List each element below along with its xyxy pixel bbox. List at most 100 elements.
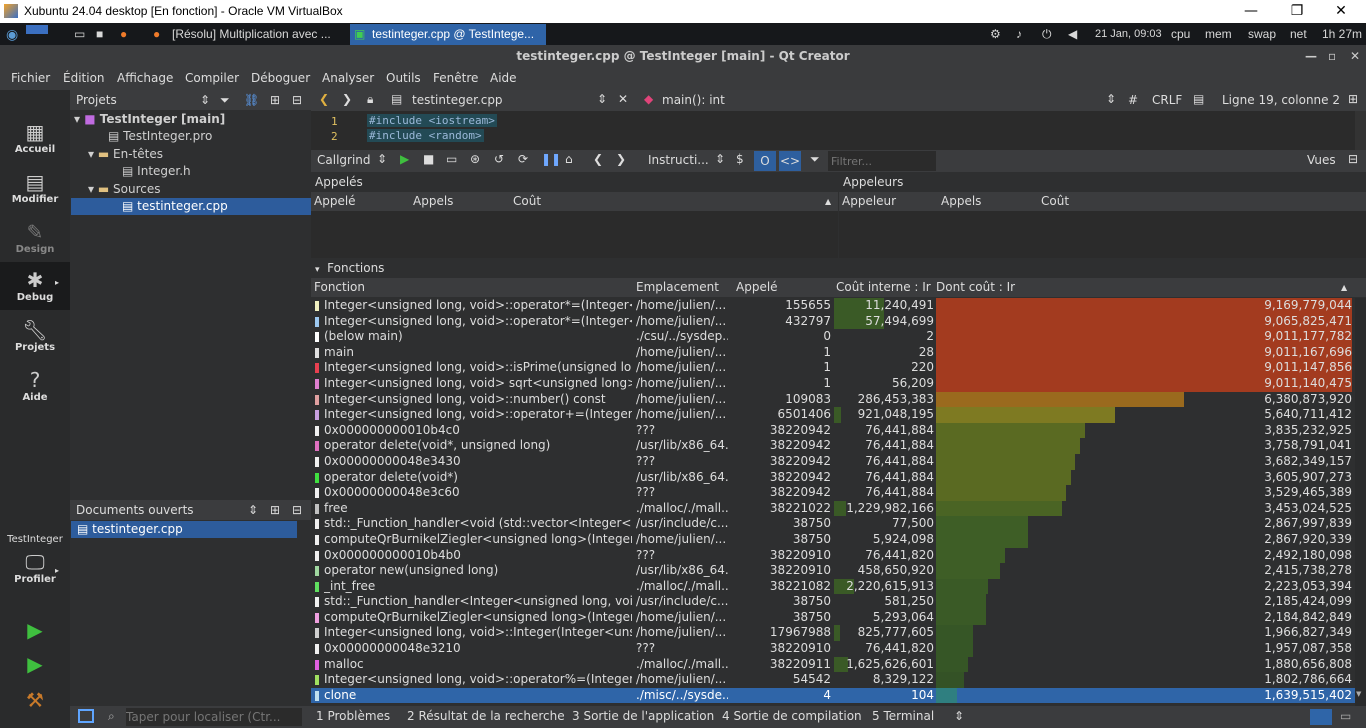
tree-integer-h[interactable]: ▤ Integer.h bbox=[122, 163, 191, 180]
mode-modifier[interactable]: ▤ Modifier bbox=[0, 170, 70, 205]
menu-analyser[interactable]: Analyser bbox=[322, 71, 374, 85]
filter-icon[interactable]: ⏷ bbox=[810, 152, 820, 167]
volume-icon[interactable]: ◀ bbox=[1068, 23, 1084, 45]
col-fonction[interactable]: Fonction bbox=[314, 278, 365, 297]
table-row[interactable]: (below main) ./csu/../sysdep... 0 2 9,011,17… bbox=[311, 329, 1355, 345]
table-row[interactable]: 0x00000000048e3430??? 38220942 76,441,884 3… bbox=[311, 453, 1355, 470]
terminal-icon[interactable]: ▭ bbox=[74, 23, 88, 45]
sort-icon[interactable]: ▲ bbox=[1341, 278, 1347, 297]
back-icon[interactable]: ❮ bbox=[319, 92, 329, 106]
cursor-position[interactable]: Ligne 19, colonne 2 bbox=[1222, 93, 1340, 107]
close-button[interactable]: ✕ bbox=[1318, 1, 1364, 22]
col-cout-interne[interactable]: Coût interne : Ir bbox=[836, 278, 931, 297]
forward-icon[interactable]: ❯ bbox=[342, 92, 352, 106]
output-toggle-icon[interactable] bbox=[1310, 709, 1332, 725]
table-row[interactable]: std::_Function_handler<void (std::vector… bbox=[311, 516, 1355, 532]
maximize-button[interactable]: ❐ bbox=[1274, 1, 1320, 22]
table-row[interactable]: 0x00000000048e3c60??? 38220942 76,441,884 3… bbox=[311, 485, 1355, 501]
table-row[interactable]: 0x000000000010b4c0??? 38220942 76,441,884 3… bbox=[311, 422, 1355, 439]
run-button[interactable]: ▶ bbox=[0, 618, 70, 642]
open-documents-title[interactable]: Documents ouverts bbox=[76, 503, 194, 517]
col-appele[interactable]: Appelé bbox=[736, 278, 778, 297]
mode-accueil[interactable]: ▦ Accueil bbox=[0, 120, 70, 155]
menu-fenetre[interactable]: Fenêtre bbox=[433, 71, 478, 85]
eol-selector[interactable]: CRLF bbox=[1152, 93, 1182, 107]
hash-button[interactable]: # bbox=[1128, 93, 1138, 107]
filter-icon[interactable]: ⏷ bbox=[220, 90, 230, 110]
pause-icon[interactable]: ❚❚ bbox=[541, 152, 561, 166]
close-pane-icon[interactable]: ⊟ bbox=[292, 500, 302, 520]
chevron-updown-icon[interactable]: ⇕ bbox=[200, 90, 210, 110]
chevron-updown-icon[interactable]: ⇕ bbox=[597, 92, 607, 106]
sidebar-toggle-icon[interactable] bbox=[78, 709, 94, 723]
close-document-icon[interactable]: ✕ bbox=[618, 92, 628, 106]
menu-deboguer[interactable]: Déboguer bbox=[251, 71, 310, 85]
notification-icon[interactable]: ♪ bbox=[1016, 23, 1032, 45]
col-emplacement[interactable]: Emplacement bbox=[636, 278, 719, 297]
projects-title[interactable]: Projets bbox=[76, 93, 117, 107]
firefox-icon[interactable]: ● bbox=[120, 23, 134, 45]
table-row[interactable]: malloc ./malloc/./mall... 38220911 1,625,62… bbox=[311, 656, 1355, 673]
mode-design[interactable]: ✎ Design bbox=[0, 220, 70, 255]
table-row[interactable]: Integer<unsigned long, void>::isPrime(un… bbox=[311, 360, 1355, 376]
chevron-updown-icon[interactable]: ⇕ bbox=[1106, 92, 1116, 106]
minimize-button[interactable]: — bbox=[1228, 1, 1274, 22]
menu-edition[interactable]: Édition bbox=[63, 71, 105, 85]
tree-testinteger-cpp[interactable]: ▤ testinteger.cpp bbox=[71, 198, 311, 215]
stop-icon[interactable]: ■ bbox=[423, 152, 434, 166]
tab-sortie-compilation[interactable]: 4 Sortie de compilation bbox=[722, 709, 862, 723]
table-row[interactable]: clone ./misc/../sysde... 4 104 1,639,515,402 bbox=[311, 687, 1355, 704]
build-button[interactable]: ⚒ bbox=[0, 688, 70, 712]
chevron-updown-icon[interactable]: ⇕ bbox=[954, 709, 964, 723]
table-row[interactable]: std::_Function_handler<Integer<unsigned … bbox=[311, 594, 1355, 610]
tree-headers[interactable]: ▾ ▬ En-têtes bbox=[88, 146, 163, 163]
table-row[interactable]: computeQrBurnikelZiegler<unsigned long>(… bbox=[311, 609, 1355, 626]
chevron-updown-icon[interactable]: ⇕ bbox=[248, 500, 258, 520]
menu-outils[interactable]: Outils bbox=[386, 71, 421, 85]
tree-sources[interactable]: ▾ ▬ Sources bbox=[88, 181, 160, 198]
dump-icon[interactable]: ⊛ bbox=[470, 152, 480, 166]
col-cout[interactable]: Coût bbox=[1041, 192, 1069, 211]
editor-scrollbar[interactable] bbox=[1355, 111, 1366, 150]
chevron-updown-icon[interactable]: ⇕ bbox=[377, 152, 387, 166]
shorter-templates-button[interactable]: <> bbox=[779, 151, 801, 171]
minimize-button[interactable]: — bbox=[1305, 45, 1317, 68]
table-row[interactable]: computeQrBurnikelZiegler<unsigned long>(… bbox=[311, 531, 1355, 548]
locator-input[interactable] bbox=[126, 708, 302, 726]
cpu-monitor[interactable]: cpu bbox=[1171, 23, 1190, 45]
functions-scrollbar[interactable]: ▼ bbox=[1355, 298, 1366, 706]
chevron-updown-icon[interactable]: ⇕ bbox=[715, 152, 725, 166]
event-selector[interactable]: Instructi... bbox=[648, 153, 709, 167]
mode-debug[interactable]: ✱ Debug ▸ bbox=[0, 262, 70, 310]
table-row[interactable]: Integer<unsigned long, void>::operator*=… bbox=[311, 313, 1355, 330]
tree-pro-file[interactable]: ▤ TestInteger.pro bbox=[108, 128, 212, 145]
col-appele[interactable]: Appelé bbox=[314, 192, 356, 211]
table-row[interactable]: Integer<unsigned long, void>::operator%=… bbox=[311, 672, 1355, 688]
tool-selector[interactable]: Callgrind bbox=[317, 153, 371, 167]
link-icon[interactable]: ⛓ bbox=[244, 90, 259, 110]
filter-input[interactable] bbox=[828, 151, 936, 171]
col-appels[interactable]: Appels bbox=[413, 192, 453, 211]
previous-icon[interactable]: ❮ bbox=[593, 152, 603, 166]
task-qtcreator[interactable]: ▣ testinteger.cpp @ TestIntege... bbox=[350, 24, 546, 45]
tree-project-root[interactable]: ▾ ■ TestInteger [main] bbox=[74, 111, 225, 128]
tab-sortie-application[interactable]: 3 Sortie de l'application bbox=[572, 709, 714, 723]
sort-icon[interactable]: ▲ bbox=[825, 192, 831, 211]
split-icon[interactable]: ⊞ bbox=[270, 500, 280, 520]
table-row[interactable]: _int_free ./malloc/./mall... 38221082 2,220… bbox=[311, 578, 1355, 595]
task-firefox[interactable]: ● [Résolu] Multiplication avec ... bbox=[150, 24, 346, 45]
power-icon[interactable]: ⏻ bbox=[1042, 23, 1058, 45]
mode-projets[interactable]: 🔧︎ Projets bbox=[0, 318, 70, 353]
views-menu[interactable]: Vues bbox=[1307, 153, 1336, 167]
tab-terminal[interactable]: 5 Terminal bbox=[872, 709, 934, 723]
table-row[interactable]: 0x000000000010b4b0??? 38220910 76,441,820 2… bbox=[311, 547, 1355, 564]
table-row[interactable]: main/home/julien/... 1 28 9,011,167,696 bbox=[311, 344, 1355, 361]
workspace-1[interactable] bbox=[26, 25, 48, 34]
close-button[interactable]: ✕ bbox=[1350, 45, 1360, 68]
callers-list[interactable] bbox=[839, 211, 1366, 258]
cost-format-icon[interactable]: $ bbox=[736, 152, 744, 166]
menu-fichier[interactable]: Fichier bbox=[11, 71, 50, 85]
menu-aide[interactable]: Aide bbox=[490, 71, 517, 85]
net-monitor[interactable]: net bbox=[1290, 23, 1307, 45]
col-dont-cout[interactable]: Dont coût : Ir bbox=[936, 278, 1015, 297]
